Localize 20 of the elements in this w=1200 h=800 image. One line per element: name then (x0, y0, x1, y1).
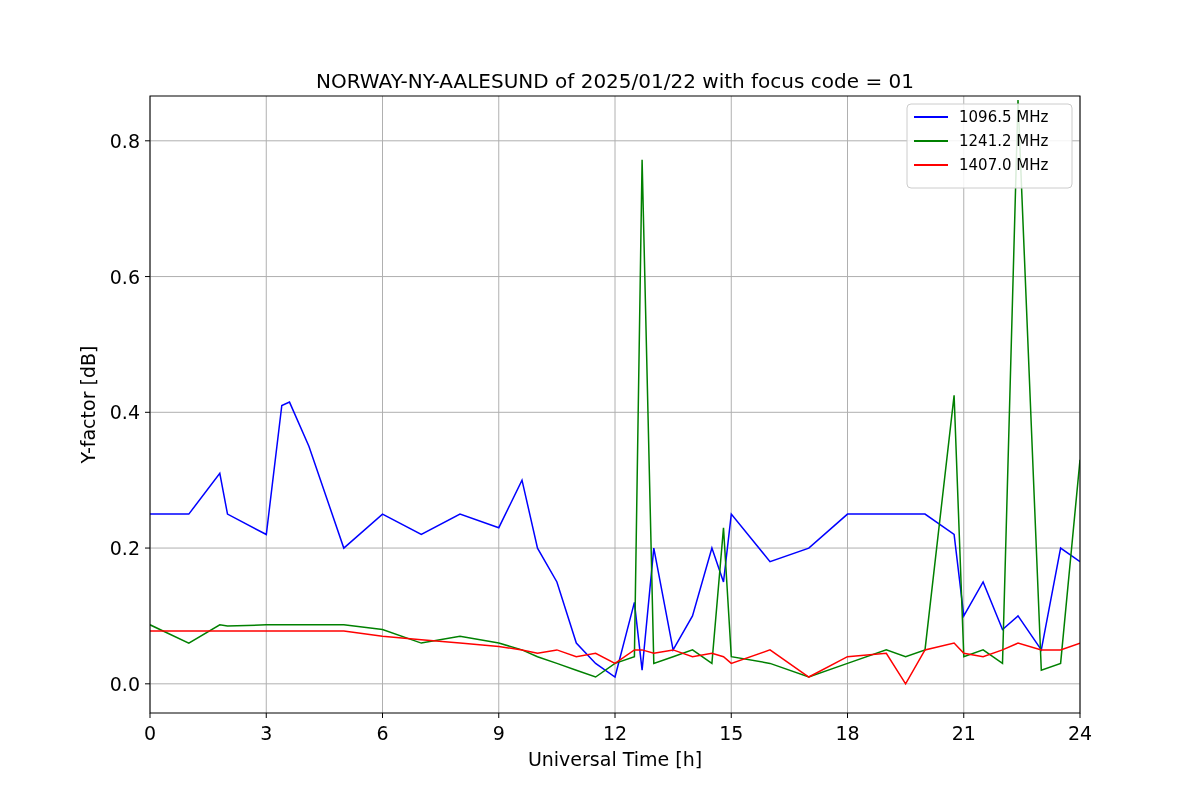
tick-label: 0.4 (109, 401, 140, 424)
axis-label: Universal Time [h] (527, 748, 703, 770)
legend-label: 1096.5 MHz (959, 108, 1049, 126)
tick-label: 18 (835, 722, 860, 744)
chart-title: NORWAY-NY-AALESUND of 2025/01/22 with focus code = 01 (316, 69, 914, 93)
tick-label: 15 (719, 722, 744, 744)
tick-label: 6 (376, 722, 389, 744)
tick-label: 0.0 (109, 672, 140, 695)
tick-label: 0.8 (109, 129, 140, 152)
legend-label: 1407.0 MHz (959, 156, 1049, 174)
tick-label: 24 (1067, 722, 1093, 744)
tick-label: 21 (951, 722, 976, 744)
tick-label: 12 (602, 722, 628, 744)
tick-label: 0.2 (109, 537, 140, 560)
axis-label: Y-factor [dB] (77, 345, 99, 464)
tick-label: 3 (260, 722, 273, 744)
legend-label: 1241.2 MHz (959, 132, 1049, 150)
tick-label: 9 (492, 722, 505, 744)
tick-label: 0.6 (109, 265, 140, 288)
tick-label: 0 (143, 722, 157, 744)
